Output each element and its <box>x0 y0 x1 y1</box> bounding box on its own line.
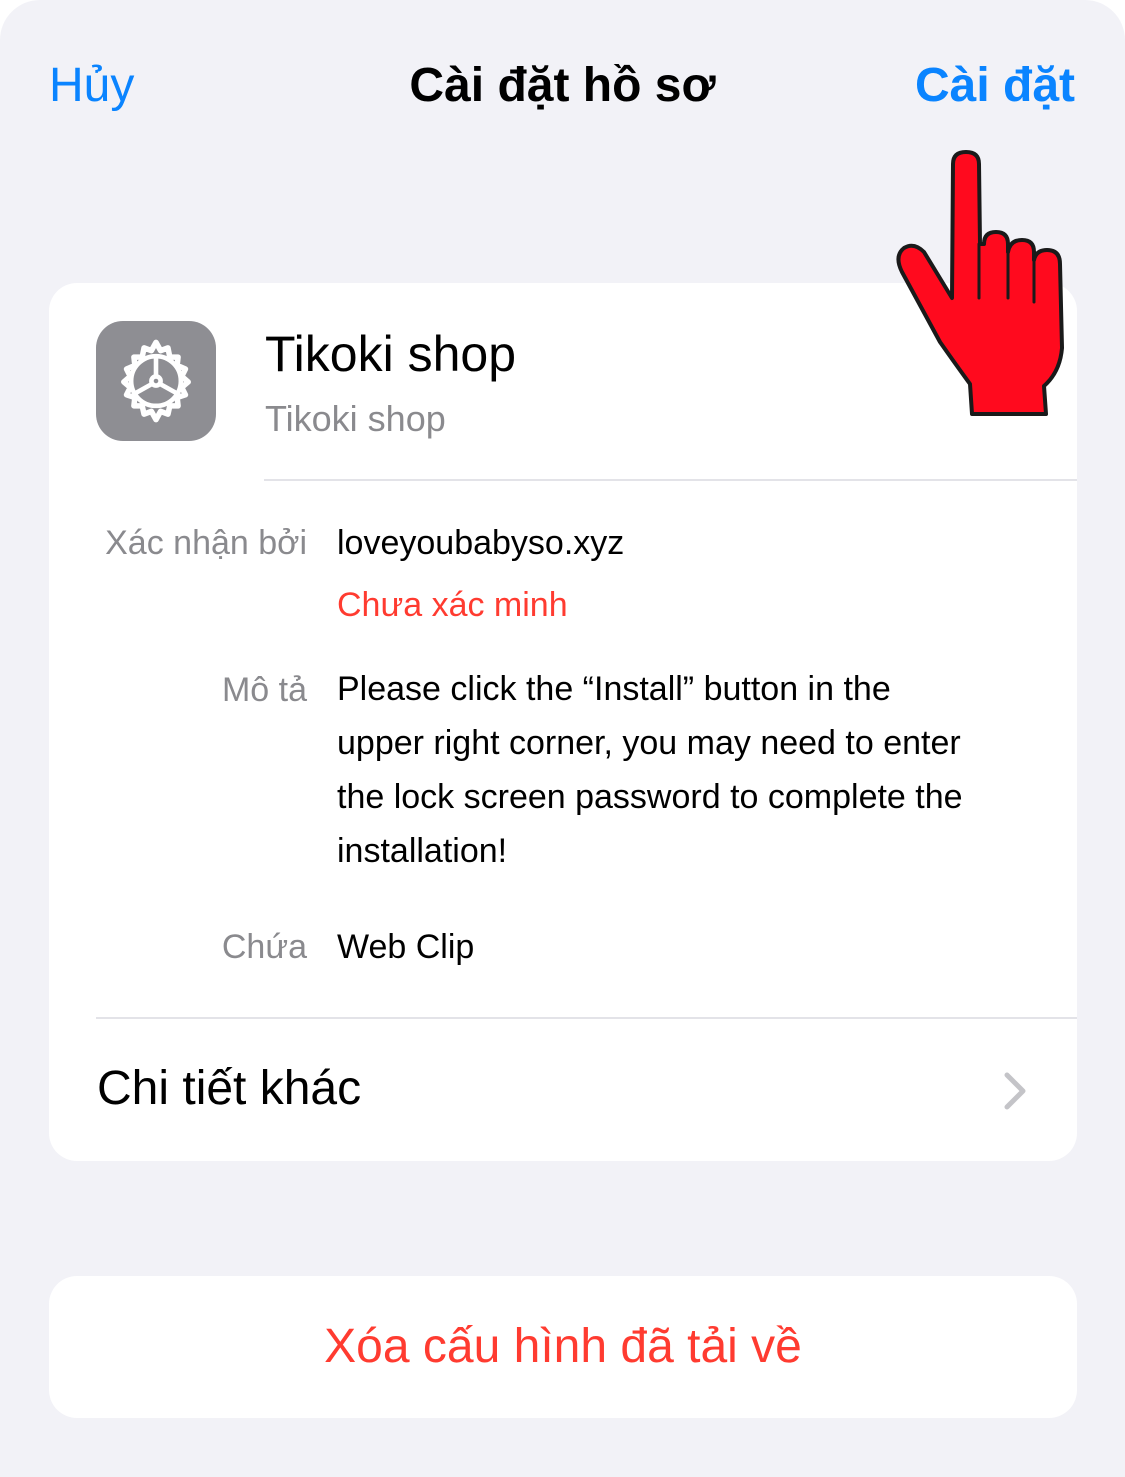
contains-label: Chứa <box>221 928 307 966</box>
chevron-right-icon <box>1004 1072 1026 1110</box>
more-details-row[interactable]: Chi tiết khác <box>49 1019 1077 1161</box>
profile-install-sheet: Hủy Cài đặt hồ sơ Cài đặt Tikoki shop Ti… <box>0 0 1125 1477</box>
profile-name: Tikoki shop <box>265 326 517 382</box>
description-line: installation! <box>337 832 508 870</box>
verified-by-label: Xác nhận bởi <box>105 524 307 562</box>
description-line: upper right corner, you may need to ente… <box>337 724 961 762</box>
cancel-button[interactable]: Hủy <box>49 58 134 114</box>
verified-by-value: loveyoubabyso.xyz <box>337 524 625 562</box>
delete-profile-label: Xóa cấu hình đã tải về <box>324 1320 802 1373</box>
gear-icon <box>96 321 216 441</box>
pointing-hand-icon <box>896 150 1064 416</box>
delete-profile-button[interactable]: Xóa cấu hình đã tải về <box>49 1276 1077 1418</box>
divider <box>264 479 1077 481</box>
description-line: the lock screen password to complete the <box>337 778 963 816</box>
contains-value: Web Clip <box>337 928 475 966</box>
install-button[interactable]: Cài đặt <box>915 58 1075 114</box>
verification-status: Chưa xác minh <box>337 586 568 624</box>
profile-subtitle: Tikoki shop <box>265 398 446 439</box>
description-line: Please click the “Install” button in the <box>337 670 891 708</box>
description-label: Mô tả <box>221 671 307 709</box>
more-details-label: Chi tiết khác <box>97 1062 362 1115</box>
